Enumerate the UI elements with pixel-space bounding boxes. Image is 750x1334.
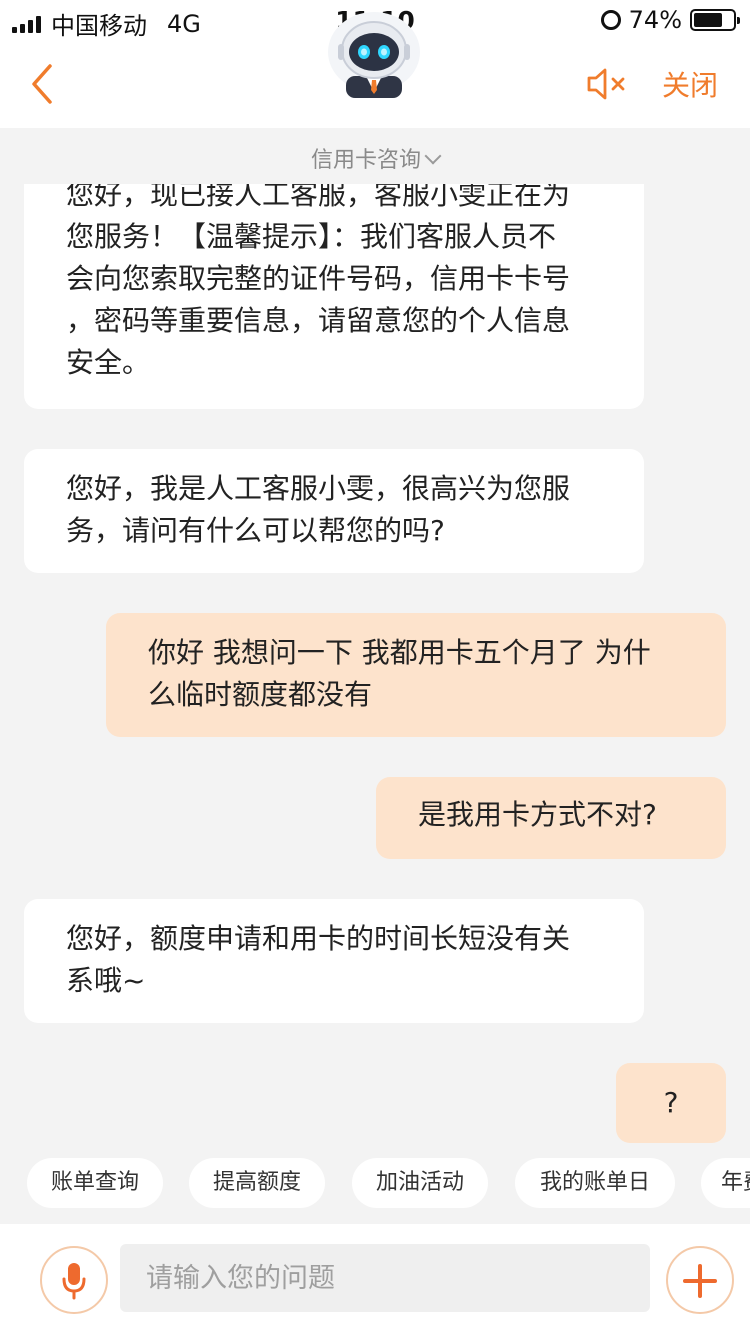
back-icon[interactable] bbox=[26, 62, 62, 106]
battery-icon bbox=[690, 9, 740, 31]
alarm-icon bbox=[600, 10, 621, 30]
voice-input-button[interactable] bbox=[40, 1246, 108, 1314]
chat-topic-title: 信用卡咨询 bbox=[310, 148, 421, 173]
close-button[interactable]: 关闭 bbox=[662, 64, 718, 104]
battery-percent: 74% bbox=[628, 6, 682, 34]
chevron-down-icon bbox=[424, 147, 442, 165]
user-message: 你好 我想问一下 我都用卡五个月了 为什 么临时额度都没有 bbox=[106, 613, 726, 737]
chat-topic-selector[interactable]: 信用卡咨询 bbox=[0, 128, 750, 184]
agent-message: 您好，我是人工客服小雯，很高兴为您服 务，请问有什么可以帮您的吗? bbox=[24, 449, 644, 573]
battery-fill bbox=[694, 13, 723, 27]
status-right: 74% bbox=[600, 6, 740, 34]
quick-reply-chip[interactable]: 提高额度 bbox=[189, 1158, 325, 1208]
microphone-icon bbox=[62, 1263, 86, 1300]
quick-reply-chip[interactable]: 年费 bbox=[701, 1158, 750, 1208]
quick-reply-chip[interactable]: 我的账单日 bbox=[515, 1158, 675, 1208]
message-input[interactable] bbox=[120, 1244, 650, 1312]
agent-message: 您好，现已接人工客服，客服小雯正在为 您服务！【温馨提示】：我们客服人员不 会向… bbox=[24, 184, 644, 409]
bot-avatar bbox=[328, 12, 420, 98]
user-message: ? bbox=[616, 1063, 726, 1143]
agent-message: 您好，额度申请和用卡的时间长短没有关 系哦~ bbox=[24, 899, 644, 1023]
chat-list[interactable]: 您好，现已接人工客服，客服小雯正在为 您服务！【温馨提示】：我们客服人员不 会向… bbox=[0, 184, 750, 1150]
quick-reply-chip[interactable]: 账单查询 bbox=[27, 1158, 163, 1208]
quick-reply-bar: 账单查询 提高额度 加油活动 我的账单日 年费 bbox=[0, 1150, 750, 1220]
user-message: 是我用卡方式不对? bbox=[376, 777, 726, 859]
input-bar bbox=[0, 1224, 750, 1334]
add-button[interactable] bbox=[666, 1246, 734, 1314]
plus-icon-stroke bbox=[698, 1264, 702, 1298]
mute-icon[interactable] bbox=[586, 66, 628, 102]
quick-reply-chip[interactable]: 加油活动 bbox=[352, 1158, 488, 1208]
